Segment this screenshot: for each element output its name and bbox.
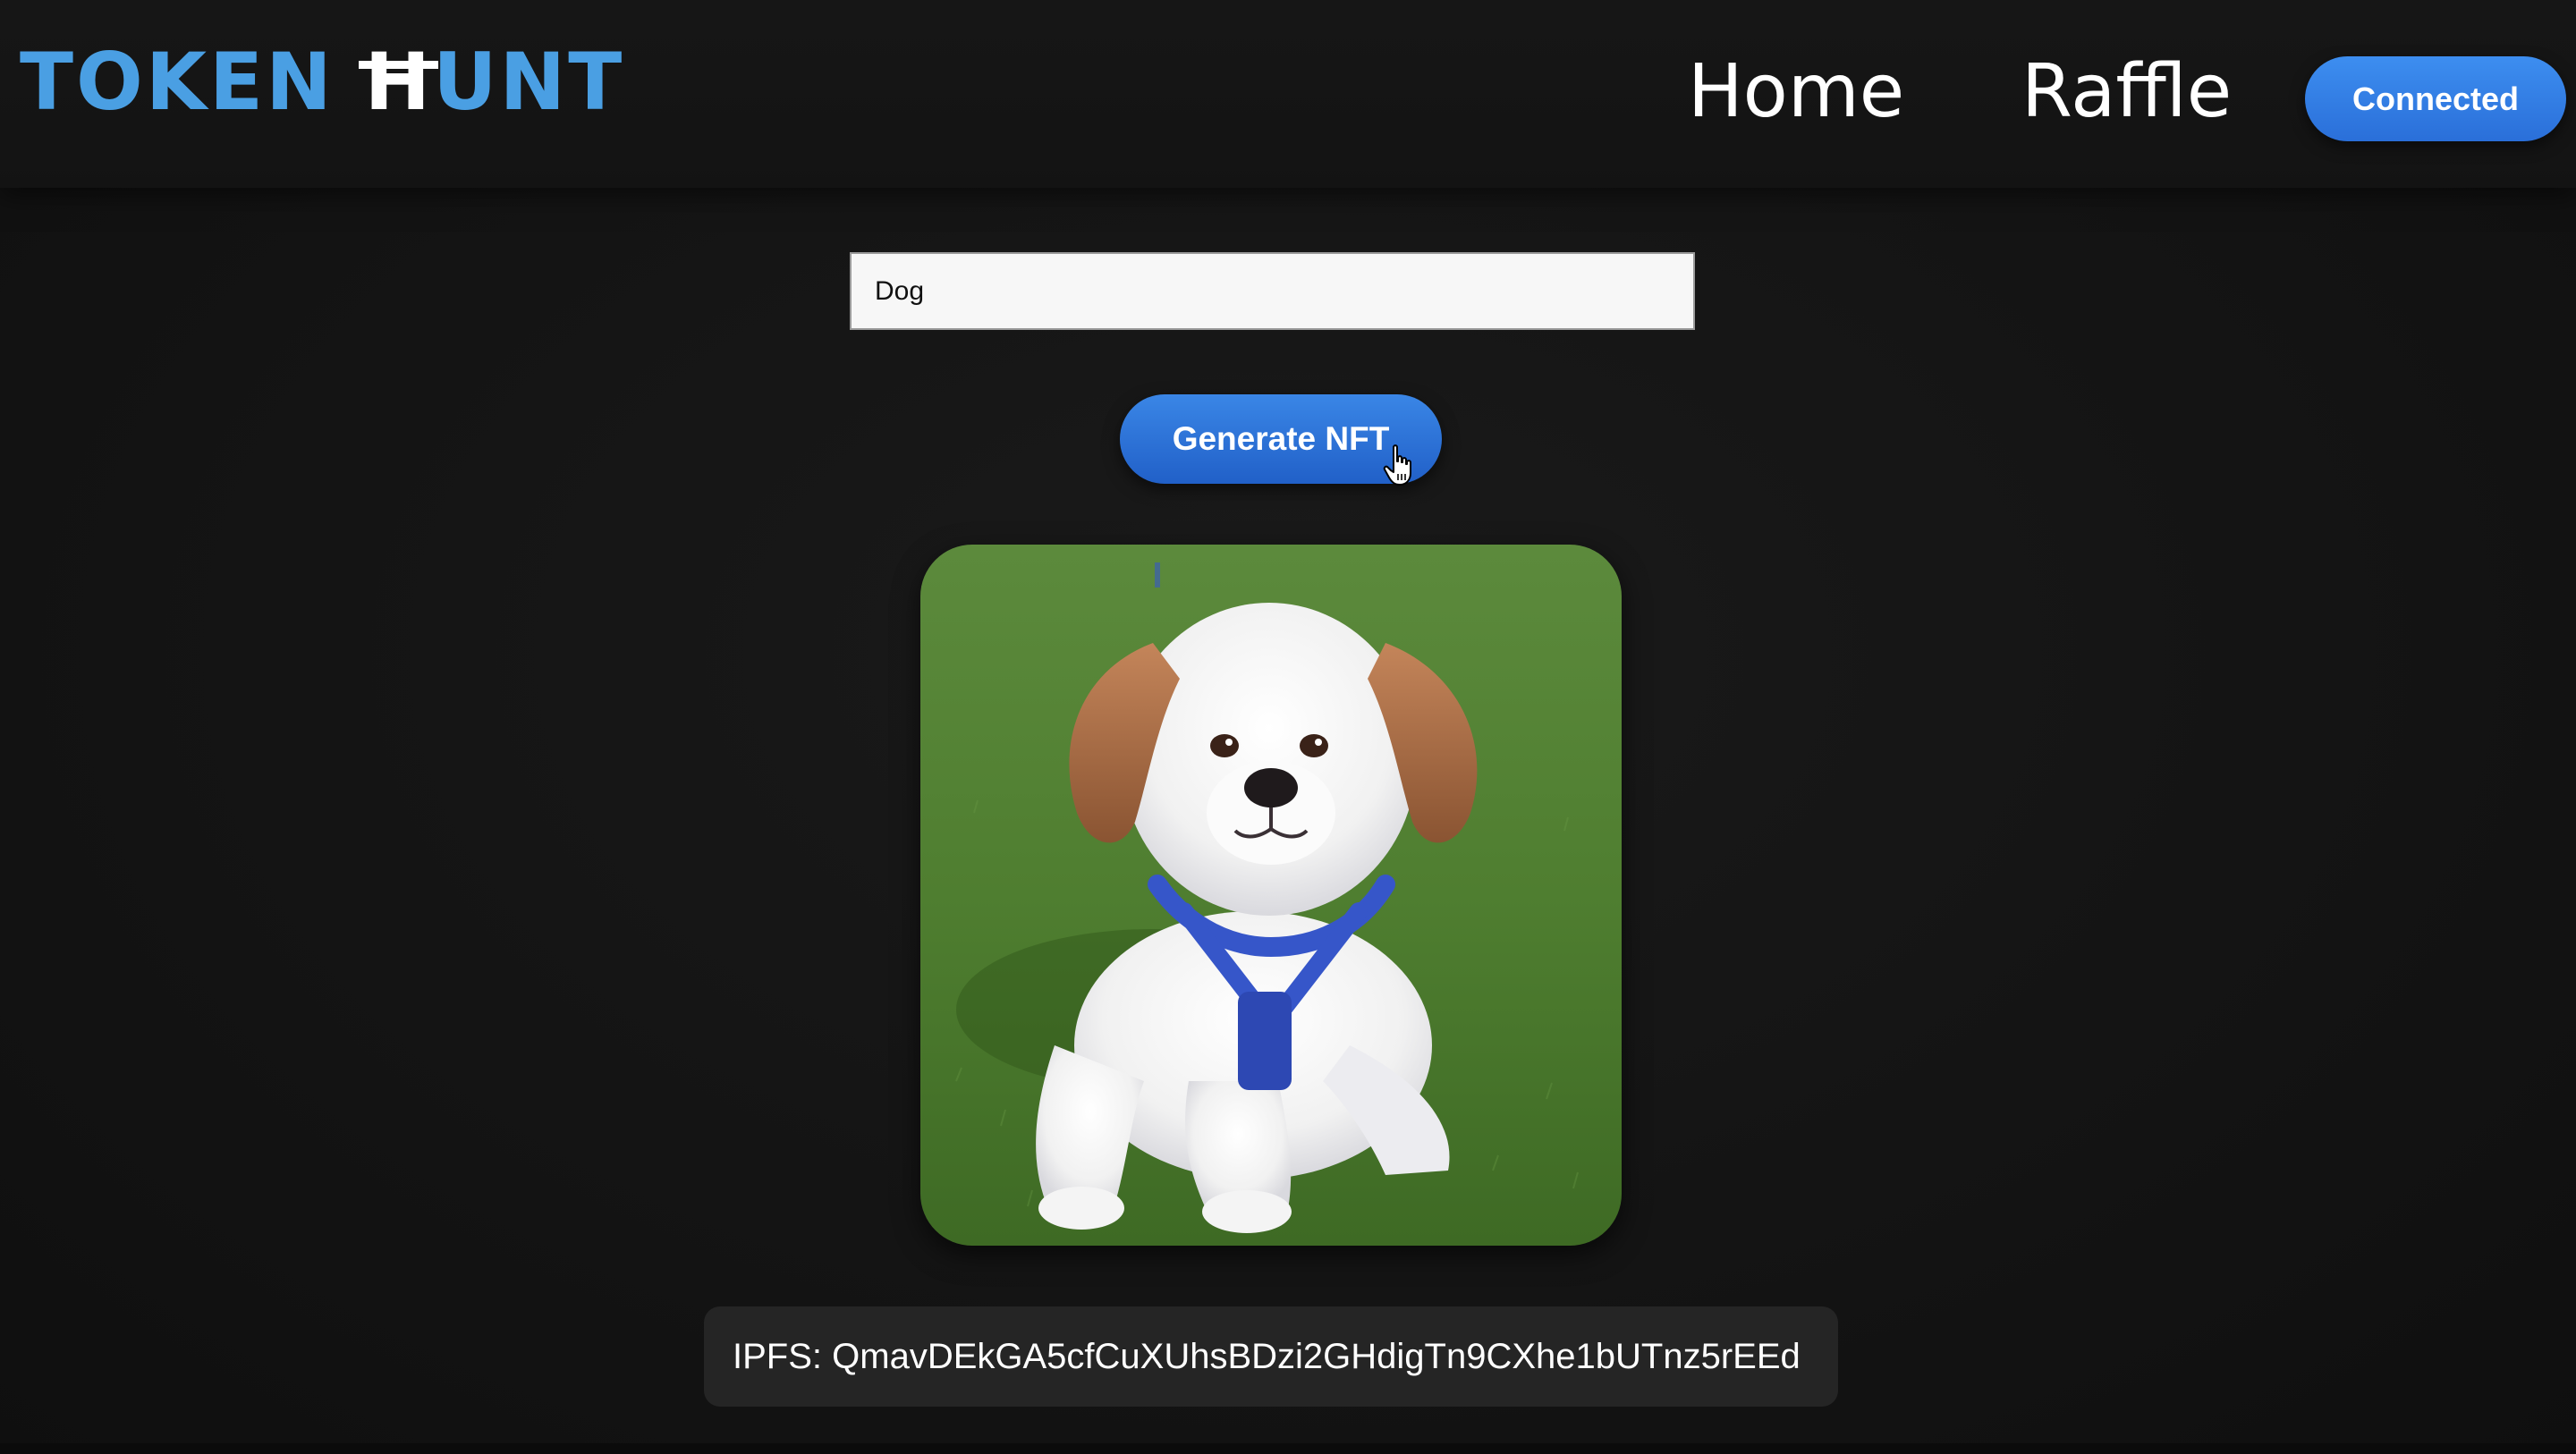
brand-logo[interactable]: TOKEN HUNT	[20, 43, 624, 122]
wallet-connected-button[interactable]: Connected	[2305, 56, 2566, 141]
prompt-input[interactable]	[850, 252, 1695, 330]
nav-link-home[interactable]: Home	[1688, 55, 1904, 129]
logo-text-token: TOKEN	[20, 36, 365, 128]
bottom-edge	[0, 1443, 2576, 1454]
generated-nft-image	[920, 545, 1622, 1246]
logo-text-unt: UNT	[433, 36, 625, 128]
ipfs-hash-text: IPFS: QmavDEkGA5cfCuXUhsBDzi2GHdigTn9CXh…	[733, 1336, 1801, 1376]
top-navbar: TOKEN HUNT Home Raffle Connected	[0, 0, 2576, 188]
logo-text-h: H	[359, 36, 438, 128]
puppy-illustration	[920, 545, 1622, 1246]
nav-link-raffle[interactable]: Raffle	[2021, 55, 2232, 129]
generate-nft-button[interactable]: Generate NFT	[1120, 394, 1442, 484]
ipfs-hash-display: IPFS: QmavDEkGA5cfCuXUhsBDzi2GHdigTn9CXh…	[704, 1306, 1838, 1407]
